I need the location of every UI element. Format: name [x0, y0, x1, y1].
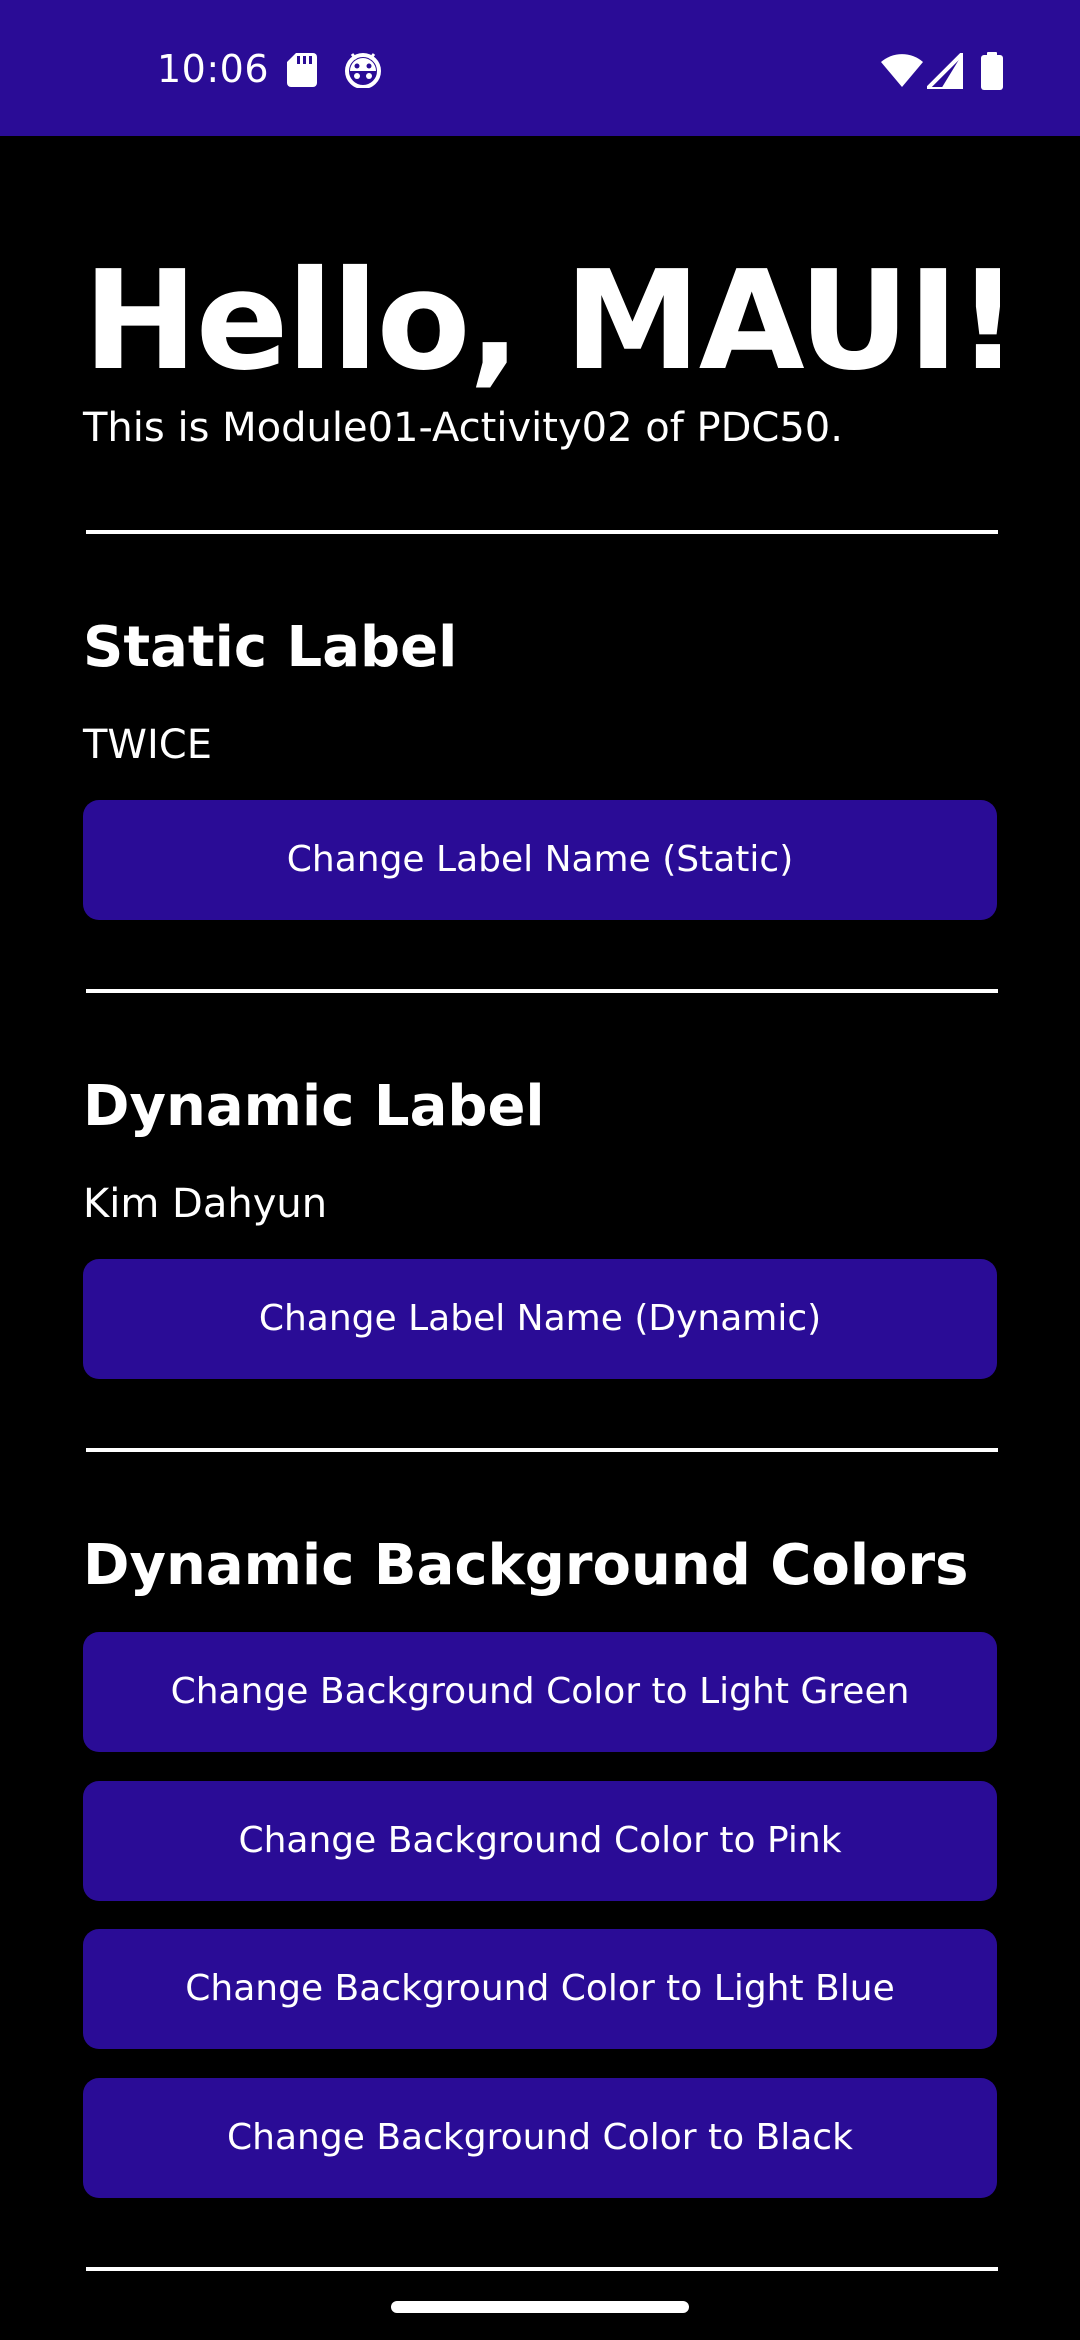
- bg-light-green-button[interactable]: Change Background Color to Light Green: [83, 1632, 997, 1752]
- static-section-title: Static Label: [83, 615, 458, 680]
- change-label-static-button[interactable]: Change Label Name (Static): [83, 800, 997, 920]
- wifi-icon: [881, 54, 923, 87]
- dynamic-label-value: Kim Dahyun: [83, 1181, 328, 1227]
- status-bar: 10:06: [0, 0, 1080, 136]
- bg-pink-button[interactable]: Change Background Color to Pink: [83, 1781, 997, 1901]
- dynamic-section-title: Dynamic Label: [83, 1074, 545, 1139]
- divider: [86, 989, 998, 993]
- bg-light-blue-button[interactable]: Change Background Color to Light Blue: [83, 1929, 997, 2049]
- bg-black-button[interactable]: Change Background Color to Black: [83, 2078, 997, 2198]
- divider: [86, 2267, 998, 2271]
- status-time: 10:06: [157, 47, 270, 91]
- background-section-title: Dynamic Background Colors: [83, 1533, 969, 1598]
- app-screen: 10:06 Hello, MAUI! This is Module01-Acti…: [0, 0, 1080, 2340]
- bug-icon: [345, 53, 381, 88]
- divider: [86, 1448, 998, 1452]
- sd-card-icon: [287, 53, 317, 87]
- page-title: Hello, MAUI!: [83, 242, 1019, 401]
- change-label-dynamic-button[interactable]: Change Label Name (Dynamic): [83, 1259, 997, 1379]
- page-subtitle: This is Module01-Activity02 of PDC50.: [83, 405, 843, 451]
- battery-icon: [981, 52, 1003, 90]
- divider: [86, 530, 998, 534]
- home-indicator[interactable]: [391, 2301, 689, 2313]
- static-label-value: TWICE: [83, 722, 212, 768]
- signal-icon: [927, 53, 963, 89]
